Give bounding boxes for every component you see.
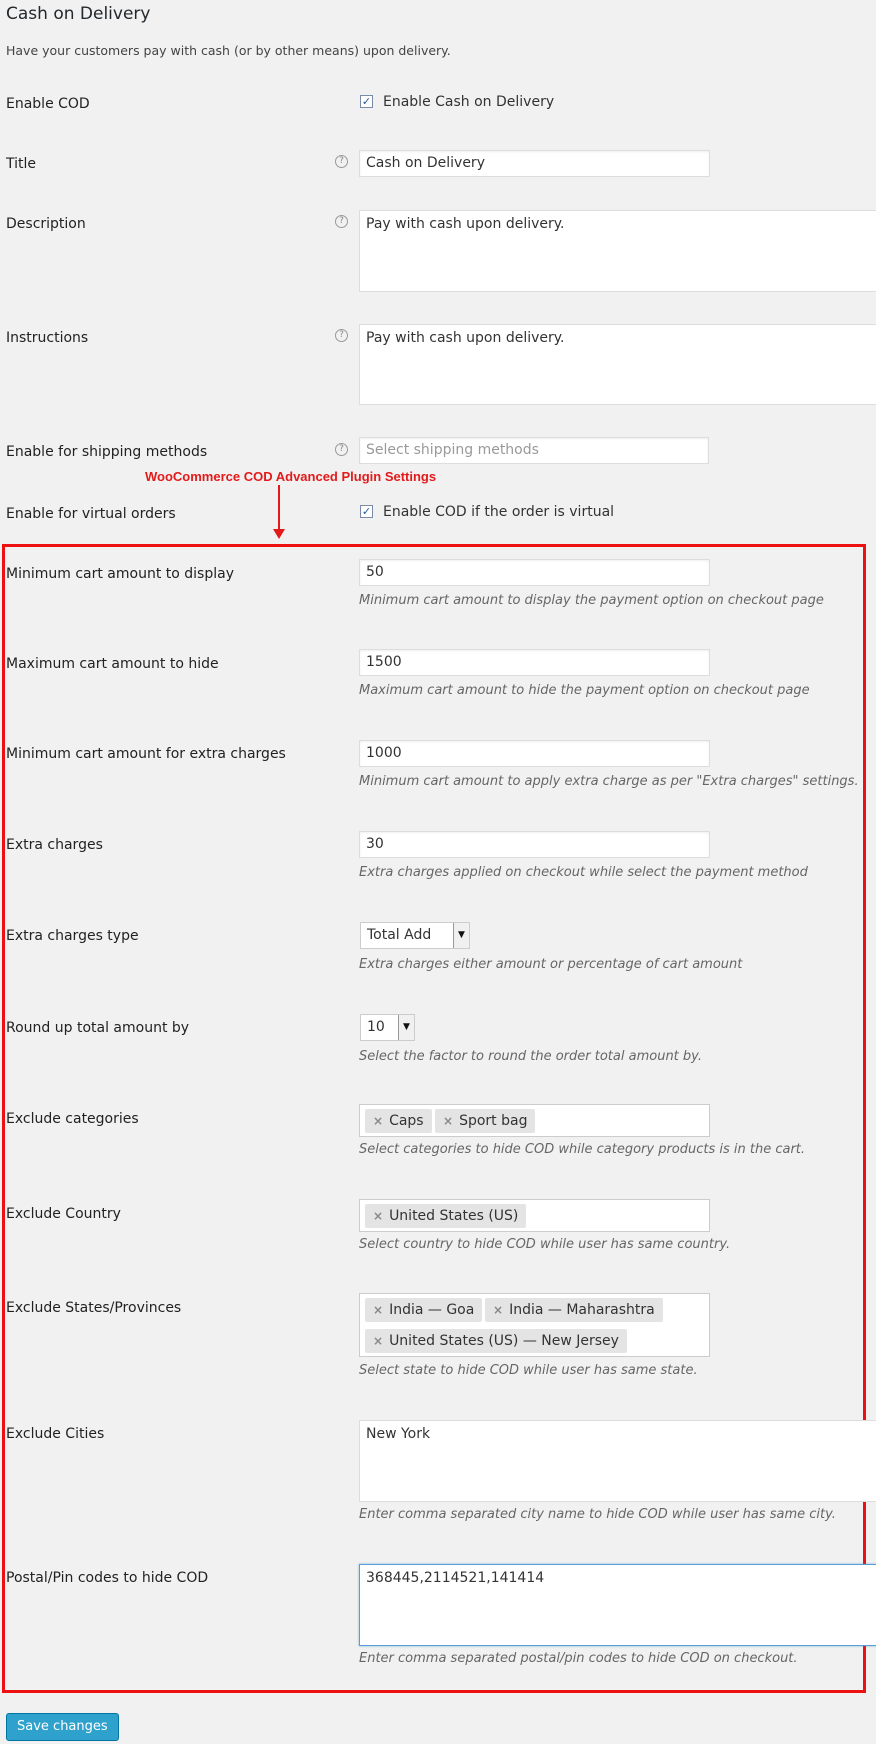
exclude-country-description: Select country to hide COD while user ha… [359, 1237, 731, 1252]
tag-label: Sport bag [459, 1113, 528, 1129]
enable-cod-checkbox[interactable]: ✓ [360, 95, 373, 108]
extra-type-description: Extra charges either amount or percentag… [359, 957, 743, 972]
description-textarea[interactable]: Pay with cash upon delivery. [359, 210, 876, 292]
postal-codes-label: Postal/Pin codes to hide COD [6, 1570, 209, 1586]
tag-item: × Sport bag [435, 1109, 536, 1133]
triangle-down-icon[interactable]: ▼ [398, 1015, 414, 1040]
triangle-down-icon[interactable]: ▼ [453, 923, 469, 948]
plugin-annotation: WooCommerce COD Advanced Plugin Settings [145, 469, 437, 484]
tag-label: Caps [389, 1113, 424, 1129]
virtual-orders-checkbox-label[interactable]: Enable COD if the order is virtual [383, 504, 614, 520]
page-title: Cash on Delivery [6, 4, 151, 24]
exclude-categories-label: Exclude categories [6, 1111, 139, 1127]
x-icon[interactable]: × [443, 1114, 453, 1128]
max-cart-description: Maximum cart amount to hide the payment … [359, 683, 810, 698]
min-cart-label: Minimum cart amount to display [6, 566, 234, 582]
exclude-country-select[interactable]: × United States (US) [359, 1199, 710, 1232]
help-circle-icon[interactable]: ? [335, 329, 348, 342]
tag-label: United States (US) [389, 1208, 519, 1224]
exclude-cities-textarea[interactable]: New York [359, 1420, 876, 1502]
checkmark-icon: ✓ [361, 505, 372, 518]
min-cart-input[interactable]: 50 [359, 559, 710, 586]
annotation-arrow-line [278, 485, 280, 531]
extra-type-select[interactable]: Total Add ▼ [360, 922, 470, 949]
min-extra-input[interactable]: 1000 [359, 740, 710, 767]
x-icon[interactable]: × [373, 1303, 383, 1317]
tag-item: × United States (US) [365, 1204, 527, 1228]
x-icon[interactable]: × [373, 1334, 383, 1348]
tag-label: India — Maharashtra [509, 1302, 655, 1318]
max-cart-label: Maximum cart amount to hide [6, 656, 219, 672]
checkmark-icon: ✓ [361, 95, 372, 108]
round-up-select[interactable]: 10 ▼ [360, 1014, 415, 1041]
extra-charges-description: Extra charges applied on checkout while … [359, 865, 808, 880]
exclude-country-label: Exclude Country [6, 1206, 121, 1222]
tag-label: United States (US) — New Jersey [389, 1333, 619, 1349]
min-extra-label: Minimum cart amount for extra charges [6, 746, 286, 762]
help-circle-icon[interactable]: ? [335, 155, 348, 168]
extra-type-value: Total Add [367, 927, 432, 943]
x-icon[interactable]: × [373, 1209, 383, 1223]
exclude-cities-label: Exclude Cities [6, 1426, 105, 1442]
exclude-states-label: Exclude States/Provinces [6, 1300, 182, 1316]
title-input[interactable]: Cash on Delivery [359, 150, 710, 177]
round-up-description: Select the factor to round the order tot… [359, 1049, 702, 1064]
tag-item: × Caps [365, 1109, 432, 1133]
exclude-states-select[interactable]: × India — Goa × India — Maharashtra × Unite… [359, 1293, 710, 1357]
tag-item: × India — Maharashtra [485, 1298, 663, 1322]
extra-charges-input[interactable]: 30 [359, 831, 710, 858]
shipping-methods-label: Enable for shipping methods [6, 444, 208, 460]
min-cart-description: Minimum cart amount to display the payme… [359, 593, 824, 608]
x-icon[interactable]: × [493, 1303, 503, 1317]
enable-cod-label: Enable COD [6, 96, 90, 112]
round-up-value: 10 [367, 1019, 385, 1035]
title-label: Title [6, 156, 37, 172]
help-circle-icon[interactable]: ? [335, 443, 348, 456]
postal-codes-textarea[interactable]: 368445,2114521,141414 [359, 1564, 876, 1646]
exclude-categories-description: Select categories to hide COD while cate… [359, 1142, 806, 1157]
save-changes-button[interactable]: Save changes [6, 1713, 119, 1741]
max-cart-input[interactable]: 1500 [359, 649, 710, 676]
tag-item: × United States (US) — New Jersey [365, 1329, 627, 1353]
instructions-textarea[interactable]: Pay with cash upon delivery. [359, 324, 876, 405]
virtual-orders-label: Enable for virtual orders [6, 506, 176, 522]
extra-charges-label: Extra charges [6, 837, 103, 853]
postal-codes-description: Enter comma separated postal/pin codes t… [359, 1651, 798, 1666]
enable-cod-checkbox-label[interactable]: Enable Cash on Delivery [383, 94, 554, 110]
virtual-orders-checkbox[interactable]: ✓ [360, 505, 373, 518]
shipping-methods-select[interactable]: Select shipping methods [359, 437, 709, 464]
x-icon[interactable]: × [373, 1114, 383, 1128]
annotation-arrow-head-icon [273, 529, 285, 539]
tag-item: × India — Goa [365, 1298, 483, 1322]
exclude-cities-description: Enter comma separated city name to hide … [359, 1507, 836, 1522]
page-subtitle: Have your customers pay with cash (or by… [6, 43, 451, 58]
description-label: Description [6, 216, 86, 232]
tag-label: India — Goa [389, 1302, 475, 1318]
instructions-label: Instructions [6, 330, 89, 346]
extra-type-label: Extra charges type [6, 928, 139, 944]
min-extra-description: Minimum cart amount to apply extra charg… [359, 774, 859, 789]
round-up-label: Round up total amount by [6, 1020, 190, 1036]
exclude-categories-select[interactable]: × Caps × Sport bag [359, 1104, 710, 1137]
help-circle-icon[interactable]: ? [335, 215, 348, 228]
exclude-states-description: Select state to hide COD while user has … [359, 1363, 698, 1378]
